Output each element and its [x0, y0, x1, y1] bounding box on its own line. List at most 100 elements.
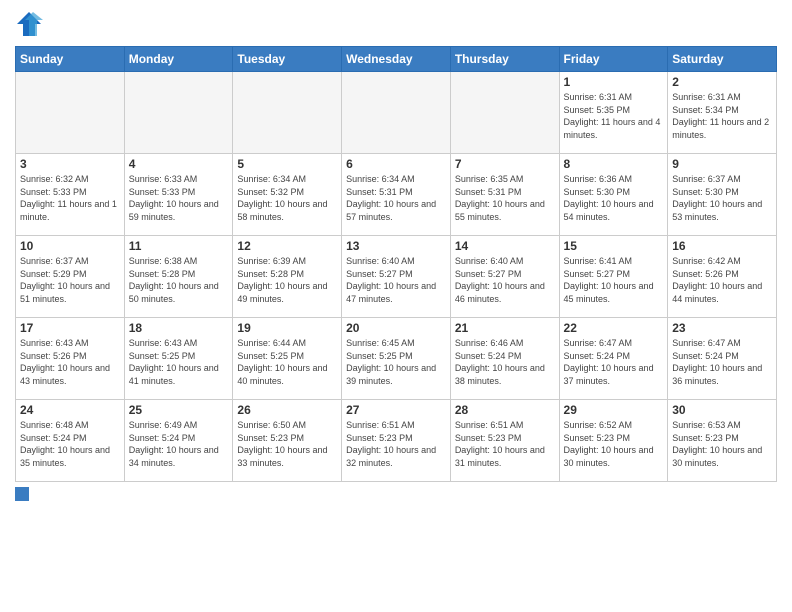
calendar-cell: 8Sunrise: 6:36 AM Sunset: 5:30 PM Daylig… — [559, 154, 668, 236]
day-number: 14 — [455, 239, 555, 253]
day-number: 20 — [346, 321, 446, 335]
legend-box — [15, 487, 29, 501]
day-number: 24 — [20, 403, 120, 417]
weekday-header-sunday: Sunday — [16, 47, 125, 72]
calendar-cell: 27 Sunrise: 6:51 AM Sunset: 5:23 PM Dayli… — [342, 400, 451, 482]
day-number: 15 — [564, 239, 664, 253]
weekday-header-thursday: Thursday — [450, 47, 559, 72]
calendar-cell: 28 Sunrise: 6:51 AM Sunset: 5:23 PM Dayli… — [450, 400, 559, 482]
day-info: Sunrise: 6:31 AM Sunset: 5:34 PM Dayligh… — [672, 91, 772, 141]
day-number: 2 — [672, 75, 772, 89]
day-number: 7 — [455, 157, 555, 171]
day-number: 27 — [346, 403, 446, 417]
calendar-cell: 15 Sunrise: 6:41 AM Sunset: 5:27 PM Dayli… — [559, 236, 668, 318]
day-info: Sunrise: 6:39 AM Sunset: 5:28 PM Dayligh… — [237, 255, 337, 305]
calendar-cell: 13Sunrise: 6:40 AM Sunset: 5:27 PM Dayli… — [342, 236, 451, 318]
day-info: Sunrise: 6:44 AM Sunset: 5:25 PM Dayligh… — [237, 337, 337, 387]
day-info: Sunrise: 6:47 AM Sunset: 5:24 PM Dayligh… — [672, 337, 772, 387]
day-number: 13 — [346, 239, 446, 253]
weekday-header-tuesday: Tuesday — [233, 47, 342, 72]
calendar-cell: 25 Sunrise: 6:49 AM Sunset: 5:24 PM Dayli… — [124, 400, 233, 482]
day-info: Sunrise: 6:36 AM Sunset: 5:30 PM Dayligh… — [564, 173, 664, 223]
calendar-cell: 23 Sunrise: 6:47 AM Sunset: 5:24 PM Dayli… — [668, 318, 777, 400]
calendar-body: 1 Sunrise: 6:31 AM Sunset: 5:35 PM Daylig… — [16, 72, 777, 482]
day-number: 25 — [129, 403, 229, 417]
calendar-cell: 10 Sunrise: 6:37 AM Sunset: 5:29 PM Dayli… — [16, 236, 125, 318]
calendar-cell: 30 Sunrise: 6:53 AM Sunset: 5:23 PM Dayli… — [668, 400, 777, 482]
day-info: Sunrise: 6:38 AM Sunset: 5:28 PM Dayligh… — [129, 255, 229, 305]
day-info: Sunrise: 6:40 AM Sunset: 5:27 PM Dayligh… — [455, 255, 555, 305]
day-info: Sunrise: 6:48 AM Sunset: 5:24 PM Dayligh… — [20, 419, 120, 469]
day-info: Sunrise: 6:53 AM Sunset: 5:23 PM Dayligh… — [672, 419, 772, 469]
day-number: 9 — [672, 157, 772, 171]
day-number: 16 — [672, 239, 772, 253]
day-number: 23 — [672, 321, 772, 335]
weekday-header-wednesday: Wednesday — [342, 47, 451, 72]
day-info: Sunrise: 6:33 AM Sunset: 5:33 PM Dayligh… — [129, 173, 229, 223]
logo — [15, 10, 46, 38]
day-info: Sunrise: 6:47 AM Sunset: 5:24 PM Dayligh… — [564, 337, 664, 387]
day-number: 18 — [129, 321, 229, 335]
week-row-4: 24 Sunrise: 6:48 AM Sunset: 5:24 PM Dayli… — [16, 400, 777, 482]
day-info: Sunrise: 6:46 AM Sunset: 5:24 PM Dayligh… — [455, 337, 555, 387]
calendar-cell — [233, 72, 342, 154]
day-info: Sunrise: 6:51 AM Sunset: 5:23 PM Dayligh… — [455, 419, 555, 469]
week-row-1: 3 Sunrise: 6:32 AM Sunset: 5:33 PM Daylig… — [16, 154, 777, 236]
day-info: Sunrise: 6:43 AM Sunset: 5:26 PM Dayligh… — [20, 337, 120, 387]
day-info: Sunrise: 6:34 AM Sunset: 5:31 PM Dayligh… — [346, 173, 446, 223]
day-number: 29 — [564, 403, 664, 417]
day-number: 11 — [129, 239, 229, 253]
day-info: Sunrise: 6:34 AM Sunset: 5:32 PM Dayligh… — [237, 173, 337, 223]
calendar-cell — [16, 72, 125, 154]
calendar-cell: 19 Sunrise: 6:44 AM Sunset: 5:25 PM Dayli… — [233, 318, 342, 400]
day-info: Sunrise: 6:49 AM Sunset: 5:24 PM Dayligh… — [129, 419, 229, 469]
day-number: 30 — [672, 403, 772, 417]
calendar-table: SundayMondayTuesdayWednesdayThursdayFrid… — [15, 46, 777, 482]
day-info: Sunrise: 6:42 AM Sunset: 5:26 PM Dayligh… — [672, 255, 772, 305]
calendar-cell: 20 Sunrise: 6:45 AM Sunset: 5:25 PM Dayli… — [342, 318, 451, 400]
day-info: Sunrise: 6:50 AM Sunset: 5:23 PM Dayligh… — [237, 419, 337, 469]
calendar-cell: 2 Sunrise: 6:31 AM Sunset: 5:34 PM Daylig… — [668, 72, 777, 154]
day-number: 21 — [455, 321, 555, 335]
day-info: Sunrise: 6:45 AM Sunset: 5:25 PM Dayligh… — [346, 337, 446, 387]
day-info: Sunrise: 6:35 AM Sunset: 5:31 PM Dayligh… — [455, 173, 555, 223]
day-number: 12 — [237, 239, 337, 253]
day-info: Sunrise: 6:31 AM Sunset: 5:35 PM Dayligh… — [564, 91, 664, 141]
day-number: 4 — [129, 157, 229, 171]
day-info: Sunrise: 6:32 AM Sunset: 5:33 PM Dayligh… — [20, 173, 120, 223]
day-info: Sunrise: 6:37 AM Sunset: 5:30 PM Dayligh… — [672, 173, 772, 223]
week-row-3: 17 Sunrise: 6:43 AM Sunset: 5:26 PM Dayli… — [16, 318, 777, 400]
calendar-cell — [124, 72, 233, 154]
calendar-cell: 7 Sunrise: 6:35 AM Sunset: 5:31 PM Daylig… — [450, 154, 559, 236]
weekday-header-friday: Friday — [559, 47, 668, 72]
calendar-cell: 9 Sunrise: 6:37 AM Sunset: 5:30 PM Daylig… — [668, 154, 777, 236]
day-number: 19 — [237, 321, 337, 335]
calendar-cell: 29 Sunrise: 6:52 AM Sunset: 5:23 PM Dayli… — [559, 400, 668, 482]
calendar-cell: 11 Sunrise: 6:38 AM Sunset: 5:28 PM Dayli… — [124, 236, 233, 318]
calendar-cell: 6 Sunrise: 6:34 AM Sunset: 5:31 PM Daylig… — [342, 154, 451, 236]
day-info: Sunrise: 6:37 AM Sunset: 5:29 PM Dayligh… — [20, 255, 120, 305]
header — [15, 10, 777, 38]
day-number: 5 — [237, 157, 337, 171]
day-number: 22 — [564, 321, 664, 335]
weekday-header-monday: Monday — [124, 47, 233, 72]
day-info: Sunrise: 6:41 AM Sunset: 5:27 PM Dayligh… — [564, 255, 664, 305]
day-number: 28 — [455, 403, 555, 417]
day-number: 3 — [20, 157, 120, 171]
calendar-cell: 3 Sunrise: 6:32 AM Sunset: 5:33 PM Daylig… — [16, 154, 125, 236]
day-info: Sunrise: 6:51 AM Sunset: 5:23 PM Dayligh… — [346, 419, 446, 469]
day-number: 17 — [20, 321, 120, 335]
day-number: 6 — [346, 157, 446, 171]
calendar-cell: 12 Sunrise: 6:39 AM Sunset: 5:28 PM Dayli… — [233, 236, 342, 318]
calendar-cell — [342, 72, 451, 154]
weekday-header-row: SundayMondayTuesdayWednesdayThursdayFrid… — [16, 47, 777, 72]
day-info: Sunrise: 6:52 AM Sunset: 5:23 PM Dayligh… — [564, 419, 664, 469]
calendar-cell: 26 Sunrise: 6:50 AM Sunset: 5:23 PM Dayli… — [233, 400, 342, 482]
day-number: 1 — [564, 75, 664, 89]
day-number: 26 — [237, 403, 337, 417]
calendar-cell: 21 Sunrise: 6:46 AM Sunset: 5:24 PM Dayli… — [450, 318, 559, 400]
calendar-cell: 17 Sunrise: 6:43 AM Sunset: 5:26 PM Dayli… — [16, 318, 125, 400]
day-number: 10 — [20, 239, 120, 253]
calendar-cell: 24 Sunrise: 6:48 AM Sunset: 5:24 PM Dayli… — [16, 400, 125, 482]
weekday-header-saturday: Saturday — [668, 47, 777, 72]
